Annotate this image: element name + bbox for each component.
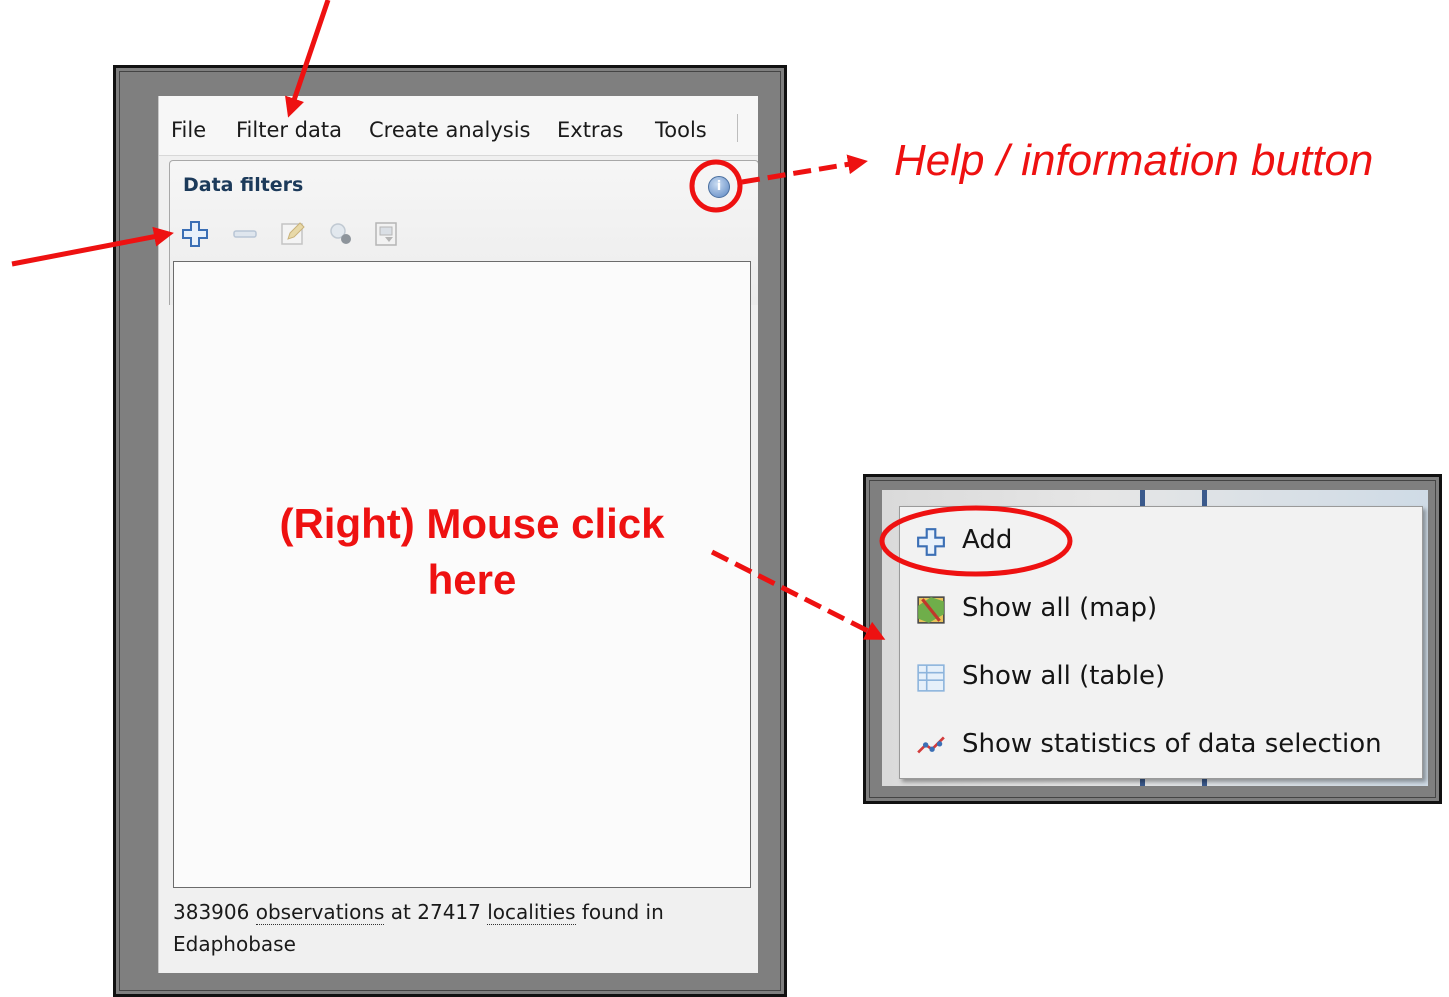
menu-extras[interactable]: Extras	[557, 118, 623, 142]
context-menu-label: Show statistics of data selection	[962, 729, 1382, 759]
data-source: Edaphobase	[173, 932, 296, 956]
add-icon[interactable]	[181, 220, 209, 248]
right-click-line-1: (Right) Mouse click	[279, 500, 665, 547]
map-icon	[917, 596, 945, 624]
status-at: at	[390, 900, 411, 924]
slide: File Filter data Create analysis Extras …	[0, 0, 1449, 997]
context-menu-show-all-table[interactable]: Show all (table)	[900, 647, 1422, 707]
right-click-line-2: here	[427, 556, 517, 603]
edit-icon[interactable]	[279, 220, 307, 248]
tab-title: Data filters	[183, 174, 304, 196]
context-menu-label: Add	[962, 525, 1013, 555]
context-menu-add[interactable]: Add	[900, 511, 1422, 571]
menu-filter-data[interactable]: Filter data	[236, 118, 342, 142]
menu-create-analysis[interactable]: Create analysis	[369, 118, 530, 142]
context-menu-label: Show all (table)	[962, 661, 1166, 691]
menu-tools[interactable]: Tools	[655, 118, 707, 142]
table-icon	[917, 664, 945, 692]
context-menu-show-statistics[interactable]: Show statistics of data selection	[900, 715, 1422, 775]
context-menu-show-all-map[interactable]: Show all (map)	[900, 579, 1422, 639]
observations-count: 383906	[173, 900, 250, 924]
right-click-annotation: (Right) Mouse click here	[228, 496, 716, 608]
status-text: 383906 observations at 27417 localities …	[173, 896, 713, 960]
context-menu: Add Show all (map) Show all (table) Show…	[899, 506, 1423, 779]
status-tail: found in	[581, 900, 664, 924]
statistics-icon	[917, 736, 945, 754]
add-icon	[917, 528, 945, 556]
context-menu-label: Show all (map)	[962, 593, 1158, 623]
menu-file[interactable]: File	[171, 118, 206, 142]
info-icon[interactable]: i	[708, 176, 730, 198]
localities-count: 27417	[417, 900, 481, 924]
localities-link[interactable]: localities	[487, 900, 576, 925]
help-annotation: Help / information button	[894, 136, 1374, 185]
filter-settings-icon[interactable]	[327, 220, 355, 248]
observations-link[interactable]: observations	[255, 900, 385, 925]
export-icon[interactable]	[373, 220, 401, 248]
menu-separator	[737, 114, 738, 142]
filter-toolbar	[181, 220, 421, 250]
menu-bar: File Filter data Create analysis Extras …	[159, 96, 758, 156]
remove-icon[interactable]	[231, 220, 259, 248]
